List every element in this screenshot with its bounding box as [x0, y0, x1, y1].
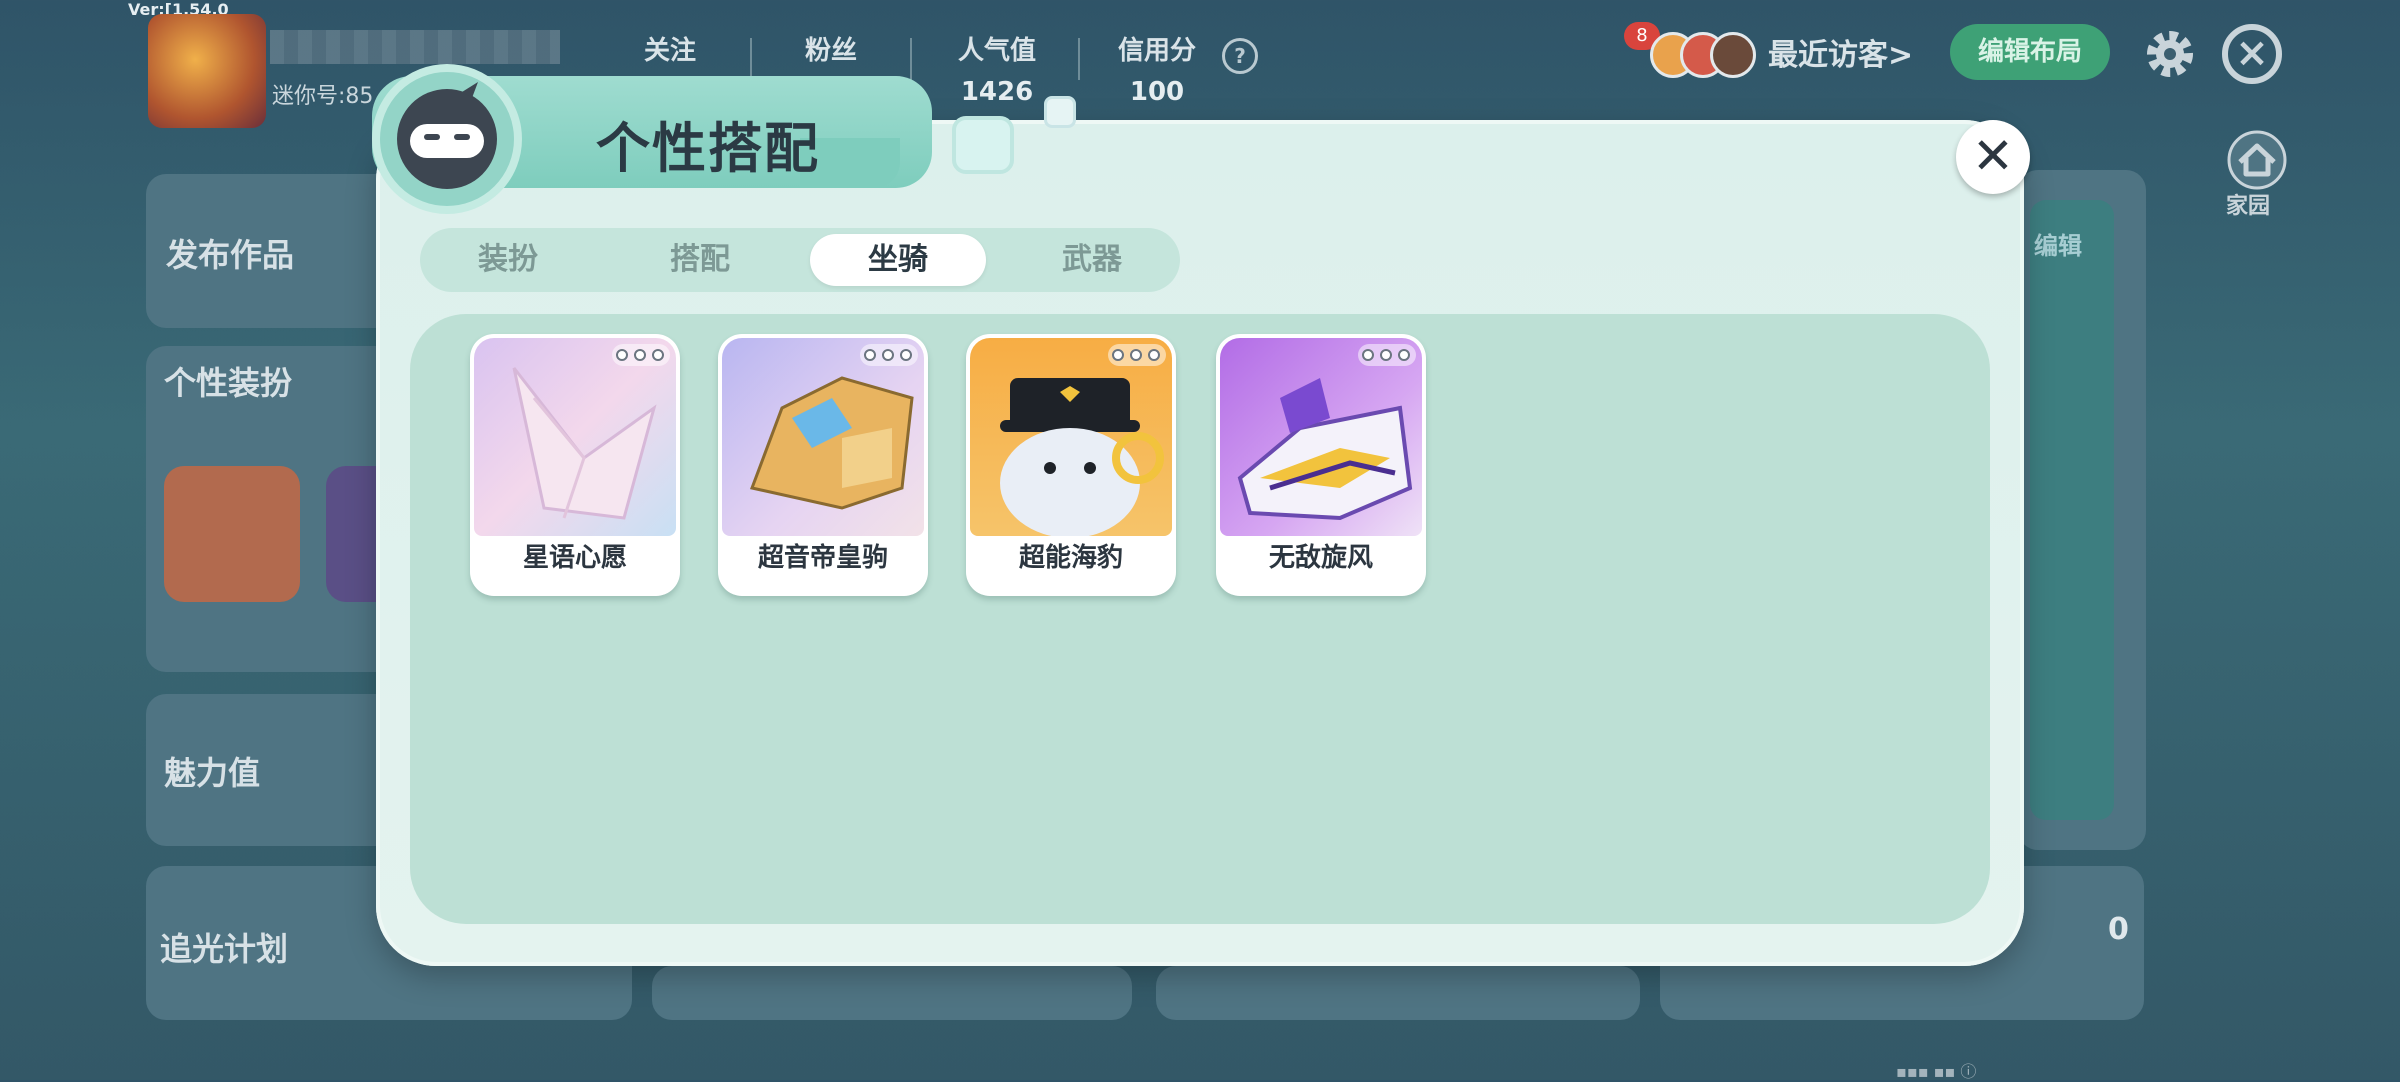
stat-credit-label: 信用分 — [1117, 36, 1196, 66]
mount-image-supersonic-horse — [722, 338, 924, 536]
decor-square — [952, 116, 1014, 174]
right-edit-label[interactable]: 编辑 — [2034, 226, 2082, 261]
style-thumbnail[interactable] — [164, 466, 300, 602]
visitor-avatars[interactable] — [1650, 26, 1756, 78]
mount-card[interactable]: 超能海豹 — [966, 334, 1176, 596]
ninja-icon — [372, 64, 522, 214]
stat-credit-value: 100 — [1129, 77, 1185, 107]
charm-label: 魅力值 — [164, 754, 261, 792]
decor-square — [1044, 96, 1076, 128]
tab-mount[interactable]: 坐骑 — [810, 234, 986, 286]
stat-follow[interactable]: 关注 — [595, 30, 745, 77]
mount-name: 星语心愿 — [522, 543, 627, 573]
stat-popularity-label: 人气值 — [957, 36, 1036, 66]
mount-card[interactable]: 星语心愿 — [470, 334, 680, 596]
bg-panel — [652, 966, 1132, 1020]
more-options-icon[interactable] — [1108, 344, 1166, 366]
tab-bar: 装扮 搭配 坐骑 武器 — [420, 228, 1180, 292]
mount-name: 超能海豹 — [1018, 543, 1123, 573]
chase-light-label: 追光计划 — [160, 930, 289, 968]
mount-image-super-seal — [970, 338, 1172, 536]
tab-outfit[interactable]: 装扮 — [420, 228, 596, 292]
tab-match[interactable]: 搭配 — [612, 228, 788, 292]
right-panel-inner — [2030, 200, 2114, 820]
edit-layout-button[interactable]: 编辑布局 — [1950, 24, 2110, 80]
more-options-icon[interactable] — [612, 344, 670, 366]
mount-image-invincible-whirlwind — [1220, 338, 1422, 536]
mount-name: 无敌旋风 — [1268, 543, 1373, 573]
stat-follow-label: 关注 — [643, 36, 696, 66]
stat-fans[interactable]: 粉丝 — [756, 30, 906, 77]
recent-visitors-link[interactable]: 最近访客> — [1768, 30, 1913, 74]
mount-card[interactable]: 无敌旋风 — [1216, 334, 1426, 596]
mount-image-star-wish — [474, 338, 676, 536]
visitor-avatar — [1710, 32, 1756, 78]
help-icon[interactable]: ? — [1222, 38, 1258, 74]
stat-fans-label: 粉丝 — [804, 36, 857, 66]
close-page-icon[interactable]: × — [2222, 24, 2282, 84]
stat-credit[interactable]: 信用分 100 — [1082, 30, 1232, 107]
avatar[interactable] — [148, 14, 266, 128]
bg-panel — [1156, 966, 1640, 1020]
blurred-footer-text: ▪▪▪ ▪▪ ⓘ — [1896, 1062, 1977, 1081]
modal-title: 个性搭配 — [596, 117, 820, 180]
stat-divider — [1078, 38, 1080, 80]
uid-label: 迷你号:85 — [272, 84, 374, 109]
tab-weapon[interactable]: 武器 — [1004, 228, 1180, 292]
close-icon[interactable]: ✕ — [1956, 120, 2030, 194]
zero-value: 0 — [2108, 912, 2129, 947]
mount-name: 超音帝皇驹 — [757, 543, 888, 573]
more-options-icon[interactable] — [860, 344, 918, 366]
more-options-icon[interactable] — [1358, 344, 1416, 366]
publish-label: 发布作品 — [166, 236, 295, 274]
blurred-nickname — [270, 30, 560, 64]
mount-card[interactable]: 超音帝皇驹 — [718, 334, 928, 596]
style-label: 个性装扮 — [164, 364, 293, 402]
stat-divider — [750, 38, 752, 80]
stat-divider — [910, 38, 912, 80]
home-label: 家园 — [2226, 194, 2271, 219]
gear-icon[interactable] — [2142, 26, 2198, 82]
